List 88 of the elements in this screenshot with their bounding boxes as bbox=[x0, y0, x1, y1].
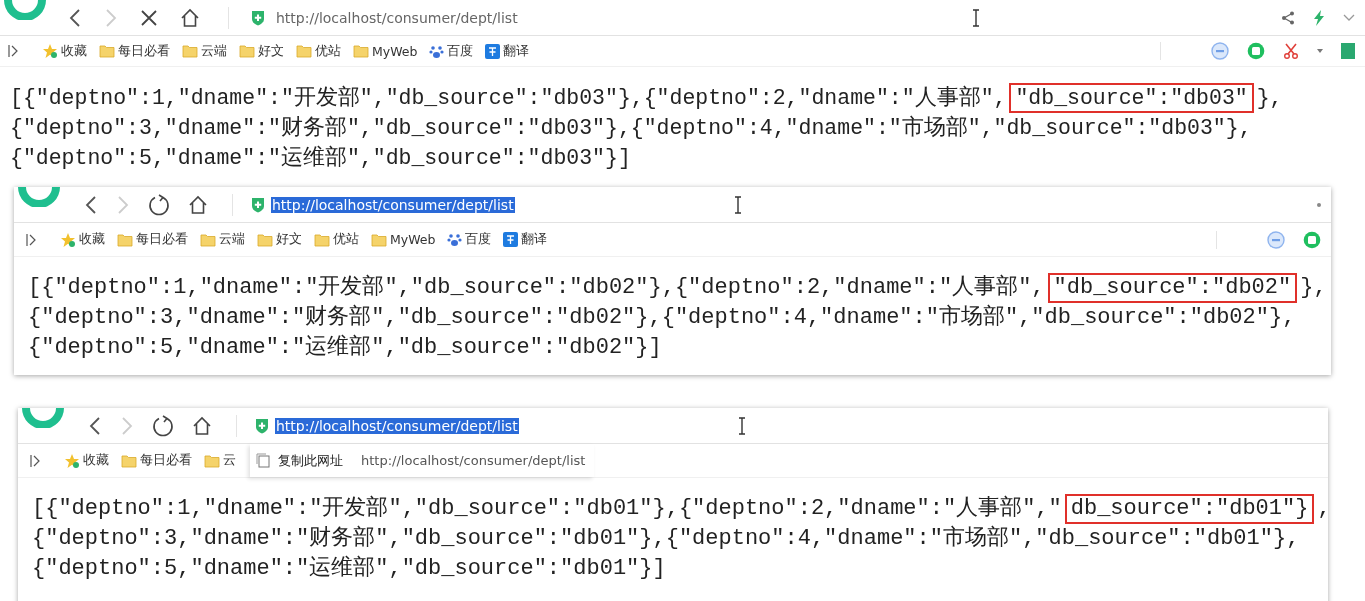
bookmark-item[interactable]: 云端 bbox=[182, 42, 227, 60]
text-cursor-icon bbox=[732, 195, 743, 214]
star-icon bbox=[64, 452, 80, 469]
json-text: {"deptno":5,"dname":"运维部","db_source":"db03"}] bbox=[10, 146, 631, 170]
bookmark-item[interactable]: 好文 bbox=[257, 231, 302, 248]
highlighted-text: db_source":"db01"} bbox=[1064, 494, 1315, 524]
home-icon[interactable] bbox=[192, 415, 212, 436]
bookmark-item[interactable]: 好文 bbox=[239, 42, 284, 60]
minus-circle-icon[interactable] bbox=[1267, 230, 1285, 249]
bookmark-item[interactable]: 云 bbox=[204, 452, 236, 469]
json-text: }, bbox=[1300, 275, 1327, 300]
share-icon[interactable] bbox=[1281, 10, 1295, 25]
folder-icon bbox=[121, 453, 137, 468]
sidebar-toggle-icon[interactable] bbox=[8, 45, 18, 57]
folder-icon bbox=[353, 44, 369, 58]
more-icon[interactable] bbox=[1317, 202, 1321, 207]
address-field[interactable]: http://localhost/consumer/dept/list bbox=[275, 417, 519, 434]
folder-icon bbox=[314, 232, 330, 247]
folder-icon bbox=[204, 453, 220, 468]
bookmark-item[interactable]: 优站 bbox=[314, 231, 359, 248]
json-text: {"deptno":3,"dname":"财务部","db_source":"db03"},{"deptno":4,"dname":"市场部","db_source":"db03"}, bbox=[10, 116, 1252, 140]
sidebar-toggle-icon[interactable] bbox=[26, 233, 36, 246]
folder-icon bbox=[117, 232, 133, 247]
address-field[interactable]: http://localhost/consumer/dept/list bbox=[271, 196, 515, 213]
home-icon[interactable] bbox=[180, 7, 200, 28]
text-cursor-icon bbox=[970, 8, 981, 27]
json-text: {"deptno":3,"dname":"财务部","db_source":"db01"},{"deptno":4,"dname":"市场部","db_source":"db01"}, bbox=[32, 526, 1300, 551]
star-icon bbox=[42, 43, 58, 59]
bookmark-item[interactable]: 优站 bbox=[296, 42, 341, 60]
bookmark-item[interactable]: 百度 bbox=[447, 231, 492, 248]
folder-icon bbox=[239, 44, 255, 58]
back-icon[interactable] bbox=[88, 415, 102, 436]
copy-address-item[interactable]: 复制此网址 bbox=[254, 449, 345, 472]
translate-icon bbox=[503, 232, 519, 247]
shield-icon bbox=[251, 196, 265, 213]
bookmark-item[interactable]: 云端 bbox=[200, 231, 245, 248]
paw-icon bbox=[429, 43, 445, 59]
bookmark-item[interactable]: 翻译 bbox=[485, 42, 530, 60]
translate-icon bbox=[485, 43, 501, 59]
copy-icon bbox=[256, 453, 270, 468]
shield-icon bbox=[255, 417, 269, 434]
json-text: {"deptno":5,"dname":"运维部","db_source":"db01"}] bbox=[32, 556, 666, 581]
bookmark-item[interactable]: 每日必看 bbox=[99, 42, 170, 60]
home-icon[interactable] bbox=[188, 194, 208, 215]
lightning-icon[interactable] bbox=[1313, 9, 1325, 26]
folder-icon bbox=[99, 44, 115, 58]
caret-icon[interactable] bbox=[1317, 49, 1323, 53]
bookmark-item[interactable]: 收藏 bbox=[64, 452, 109, 469]
json-text: , bbox=[1317, 496, 1331, 521]
paw-icon bbox=[447, 232, 463, 247]
folder-icon bbox=[182, 44, 198, 58]
reload-icon[interactable] bbox=[148, 193, 170, 216]
bookmark-item[interactable]: 每日必看 bbox=[121, 452, 192, 469]
bookmark-item[interactable]: 每日必看 bbox=[117, 231, 188, 248]
json-text: {"deptno":3,"dname":"财务部","db_source":"db02"},{"deptno":4,"dname":"市场部","db_source":"db02"}, bbox=[28, 305, 1296, 330]
chevron-icon[interactable] bbox=[1343, 13, 1355, 22]
bookmark-item[interactable]: 收藏 bbox=[60, 231, 105, 248]
text-cursor-icon bbox=[736, 416, 747, 435]
bookmark-item[interactable]: MyWeb bbox=[371, 232, 436, 247]
folder-icon bbox=[296, 44, 312, 58]
folder-icon bbox=[371, 232, 387, 247]
bookmark-item[interactable]: 百度 bbox=[429, 42, 474, 60]
bookmark-item[interactable]: 收藏 bbox=[42, 42, 87, 60]
json-text: [{"deptno":1,"dname":"开发部","db_source":"db03"},{"deptno":2,"dname":"人事部", bbox=[10, 86, 1007, 110]
back-icon[interactable] bbox=[68, 7, 82, 28]
logo-icon bbox=[16, 187, 62, 207]
json-text: [{"deptno":1,"dname":"开发部","db_source":"db01"},{"deptno":2,"dname":"人事部"," bbox=[32, 496, 1062, 521]
reload-icon[interactable] bbox=[152, 414, 174, 437]
logo-icon bbox=[2, 0, 48, 20]
highlighted-text: "db_source":"db02" bbox=[1047, 273, 1298, 303]
bookmark-item[interactable]: 翻译 bbox=[503, 231, 548, 248]
logo-icon bbox=[20, 408, 66, 428]
highlighted-text: "db_source":"db03" bbox=[1009, 83, 1254, 113]
minus-circle-icon[interactable] bbox=[1211, 42, 1229, 60]
folder-icon bbox=[257, 232, 273, 247]
url-text: http://localhost/consumer/dept/list bbox=[361, 453, 586, 468]
json-text: [{"deptno":1,"dname":"开发部","db_source":"db02"},{"deptno":2,"dname":"人事部", bbox=[28, 275, 1045, 300]
scissors-icon[interactable] bbox=[1283, 43, 1299, 59]
close-icon[interactable] bbox=[140, 8, 158, 27]
bookmark-item[interactable]: MyWeb bbox=[353, 43, 418, 59]
star-icon bbox=[60, 231, 76, 248]
json-text: }, bbox=[1256, 86, 1283, 110]
shield-icon bbox=[251, 9, 265, 26]
sidebar-toggle-icon[interactable] bbox=[30, 454, 40, 467]
folder-icon bbox=[200, 232, 216, 247]
json-text: {"deptno":5,"dname":"运维部","db_source":"db02"}] bbox=[28, 335, 662, 360]
address-field[interactable]: http://localhost/consumer/dept/list bbox=[275, 9, 519, 26]
back-icon[interactable] bbox=[84, 194, 98, 215]
